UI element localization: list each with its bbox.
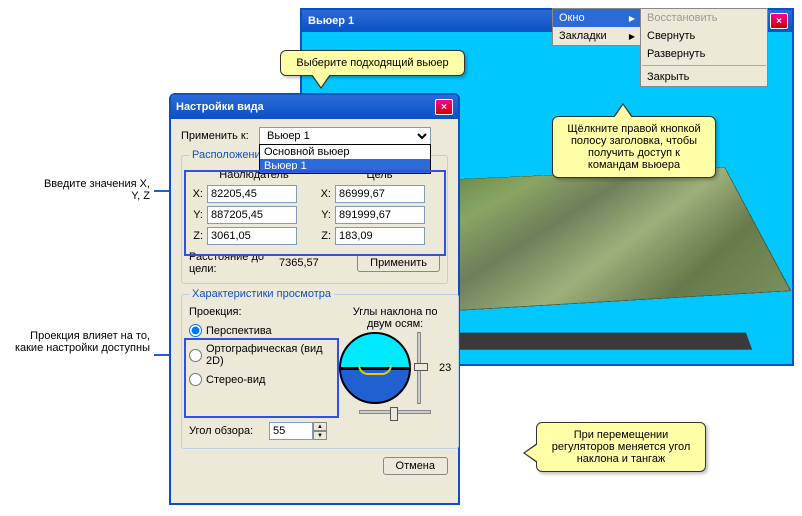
slider-thumb-icon[interactable] bbox=[414, 363, 428, 371]
spin-up-icon[interactable]: ▲ bbox=[313, 422, 327, 431]
projection-perspective-radio[interactable]: Перспектива bbox=[189, 324, 339, 337]
target-y-input[interactable] bbox=[335, 206, 425, 224]
fov-input[interactable] bbox=[269, 422, 313, 440]
menu-item-restore[interactable]: Восстановить bbox=[641, 9, 767, 27]
tilt-label: Углы наклона по двум осям: bbox=[339, 306, 451, 330]
slider-thumb-icon[interactable] bbox=[390, 407, 398, 421]
observer-x-input[interactable] bbox=[207, 185, 297, 203]
close-icon[interactable]: × bbox=[770, 13, 788, 29]
tilt-value: 23 bbox=[439, 362, 451, 374]
menu-item-bookmarks[interactable]: Закладки bbox=[553, 27, 641, 45]
dialog-title-text: Настройки вида bbox=[176, 101, 433, 113]
menu-item-maximize[interactable]: Развернуть bbox=[641, 45, 767, 63]
projection-stereo-radio[interactable]: Стерео-вид bbox=[189, 373, 339, 386]
side-label-xyz: Введите значения X, Y, Z bbox=[40, 178, 150, 202]
apply-button[interactable]: Применить bbox=[357, 254, 440, 272]
observer-y-input[interactable] bbox=[207, 206, 297, 224]
apply-to-combo[interactable]: Вьюер 1 bbox=[259, 127, 431, 145]
x-label: X: bbox=[189, 188, 207, 200]
callout-right-click: Щёлкните правой кнопкой полосу заголовка… bbox=[552, 116, 716, 178]
context-menu: Окно Закладки bbox=[552, 8, 642, 46]
callout-choose-viewer: Выберите подходящий вьюер bbox=[280, 50, 465, 76]
view-legend: Характеристики просмотра bbox=[189, 288, 334, 300]
horizontal-tilt-slider[interactable] bbox=[359, 410, 431, 414]
view-characteristics-fieldset: Характеристики просмотра Проекция: Персп… bbox=[181, 288, 459, 449]
vertical-tilt-slider[interactable] bbox=[417, 332, 421, 404]
projection-ortho-radio[interactable]: Ортографическая (вид 2D) bbox=[189, 343, 339, 367]
target-z-input[interactable] bbox=[335, 227, 425, 245]
context-submenu: Восстановить Свернуть Развернуть Закрыть bbox=[640, 8, 768, 87]
menu-item-close[interactable]: Закрыть bbox=[641, 68, 767, 86]
cancel-button[interactable]: Отмена bbox=[383, 457, 448, 475]
position-legend: Расположение bbox=[189, 149, 270, 161]
combo-option-main[interactable]: Основной вьюер bbox=[260, 145, 430, 159]
dialog-titlebar[interactable]: Настройки вида × bbox=[171, 95, 458, 119]
distance-label: Расстояние до цели: bbox=[189, 251, 279, 275]
z-label: Z: bbox=[189, 230, 207, 242]
menu-item-window[interactable]: Окно bbox=[553, 9, 641, 27]
view-settings-dialog: Настройки вида × Применить к: Вьюер 1 Ос… bbox=[169, 93, 460, 505]
apply-to-dropdown-list: Основной вьюер Вьюер 1 bbox=[259, 144, 431, 174]
target-x-input[interactable] bbox=[335, 185, 425, 203]
apply-to-label: Применить к: bbox=[181, 130, 259, 142]
fov-label: Угол обзора: bbox=[189, 425, 269, 437]
projection-label: Проекция: bbox=[189, 306, 339, 318]
menu-item-minimize[interactable]: Свернуть bbox=[641, 27, 767, 45]
observer-z-input[interactable] bbox=[207, 227, 297, 245]
attitude-indicator[interactable] bbox=[339, 332, 411, 404]
combo-option-v1[interactable]: Вьюер 1 bbox=[260, 159, 430, 173]
side-label-projection: Проекция влияет на то, какие настройки д… bbox=[14, 330, 150, 354]
dialog-close-icon[interactable]: × bbox=[435, 99, 453, 115]
y-label: Y: bbox=[189, 209, 207, 221]
distance-value: 7365,57 bbox=[279, 257, 349, 269]
callout-sliders: При перемещении регуляторов меняется уго… bbox=[536, 422, 706, 472]
spin-down-icon[interactable]: ▼ bbox=[313, 431, 327, 440]
